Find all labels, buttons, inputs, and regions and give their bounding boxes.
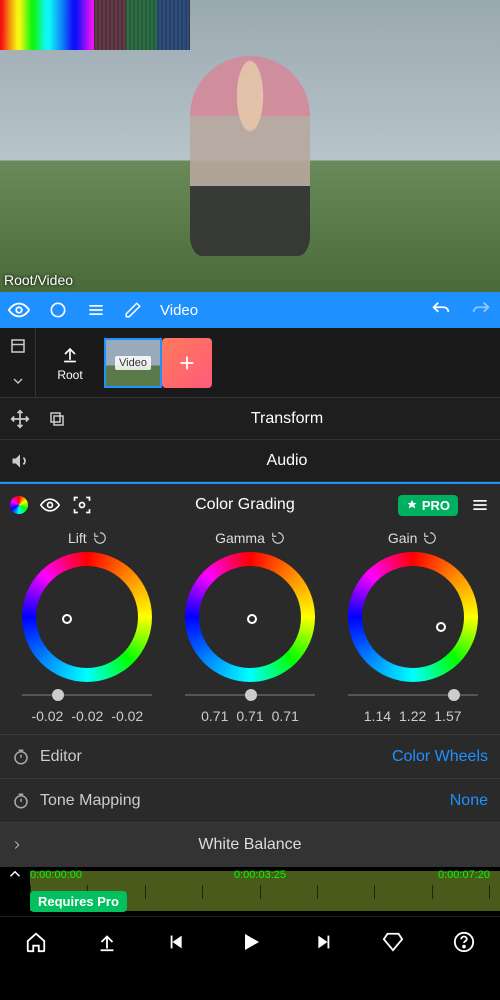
- lift-label: Lift: [68, 530, 87, 546]
- panel-title: Color Grading: [104, 496, 386, 514]
- timeline-time-1: 0:00:03:25: [234, 869, 286, 881]
- timeline-expand-icon[interactable]: [6, 865, 24, 883]
- undo-icon[interactable]: [430, 299, 452, 321]
- tone-value: None: [450, 792, 488, 810]
- lift-wheel-dot[interactable]: [62, 614, 72, 624]
- preview-path-label: Root/Video: [4, 272, 73, 288]
- timeline-time-2: 0:00:07:20: [438, 869, 490, 881]
- redo-icon[interactable]: [470, 299, 492, 321]
- frame-forward-icon[interactable]: [311, 931, 333, 953]
- chevron-right-icon: [10, 838, 38, 852]
- gamma-val-g: 0.71: [236, 708, 263, 724]
- root-clip-button[interactable]: Root: [40, 335, 100, 391]
- focus-icon[interactable]: [72, 495, 92, 515]
- chevron-down-icon[interactable]: [10, 373, 26, 389]
- stopwatch-icon: [12, 748, 40, 766]
- reset-icon[interactable]: [93, 531, 107, 545]
- speaker-icon: [10, 451, 30, 471]
- reset-icon[interactable]: [271, 531, 285, 545]
- lift-val-b: -0.02: [111, 708, 143, 724]
- gamma-val-b: 0.71: [272, 708, 299, 724]
- clip-row: Root Video: [0, 328, 500, 398]
- gain-wheel-column: Gain 1.14 1.22 1.57: [338, 530, 488, 724]
- top-toolbar: Video: [0, 292, 500, 328]
- gamma-color-wheel[interactable]: [185, 552, 315, 682]
- editor-value: Color Wheels: [392, 748, 488, 766]
- timeline[interactable]: 0:00:00:00 0:00:03:25 0:00:07:20 Require…: [0, 866, 500, 916]
- pro-badge[interactable]: PRO: [398, 495, 458, 516]
- gamma-slider[interactable]: [185, 688, 315, 702]
- playback-bar: [0, 916, 500, 966]
- visibility-icon[interactable]: [8, 299, 30, 321]
- video-preview[interactable]: Root/Video: [0, 0, 500, 292]
- play-icon[interactable]: [238, 930, 262, 954]
- lift-wheel-column: Lift -0.02 -0.02 -0.02: [12, 530, 162, 724]
- record-icon[interactable]: [48, 300, 68, 320]
- white-balance-label: White Balance: [198, 836, 301, 854]
- lift-val-r: -0.02: [31, 708, 63, 724]
- reset-icon[interactable]: [423, 531, 437, 545]
- move-icon: [10, 409, 30, 429]
- tone-key: Tone Mapping: [40, 792, 450, 810]
- editor-row[interactable]: Editor Color Wheels: [0, 734, 500, 778]
- waveform-scope[interactable]: [0, 0, 95, 50]
- copy-icon: [48, 410, 66, 428]
- visibility-icon[interactable]: [40, 495, 60, 515]
- gain-color-wheel[interactable]: [348, 552, 478, 682]
- parade-scope[interactable]: [95, 0, 190, 50]
- color-grading-panel: Color Grading PRO Lift -0.02 -0.02 -0.02: [0, 482, 500, 866]
- export-icon[interactable]: [96, 931, 118, 953]
- home-icon[interactable]: [25, 931, 47, 953]
- color-wheels-row: Lift -0.02 -0.02 -0.02 Gamma: [0, 526, 500, 734]
- gamma-val-r: 0.71: [201, 708, 228, 724]
- diamond-icon[interactable]: [382, 931, 404, 953]
- transform-label: Transform: [84, 410, 490, 428]
- gain-val-r: 1.14: [364, 708, 391, 724]
- gain-val-g: 1.22: [399, 708, 426, 724]
- timeline-time-0: 0:00:00:00: [30, 869, 82, 881]
- root-label: Root: [57, 368, 82, 382]
- thumb-label: Video: [115, 356, 151, 370]
- gain-val-b: 1.57: [434, 708, 461, 724]
- editor-key: Editor: [40, 748, 392, 766]
- frame-back-icon[interactable]: [167, 931, 189, 953]
- panel-menu-icon[interactable]: [470, 495, 490, 515]
- gamma-label: Gamma: [215, 530, 265, 546]
- video-clip-thumb[interactable]: Video: [104, 338, 162, 388]
- gamma-wheel-dot[interactable]: [247, 614, 257, 624]
- color-ring-icon[interactable]: [10, 496, 28, 514]
- lift-slider[interactable]: [22, 688, 152, 702]
- gamma-wheel-column: Gamma 0.71 0.71 0.71: [175, 530, 325, 724]
- stopwatch-icon: [12, 792, 40, 810]
- transform-section[interactable]: Transform: [0, 398, 500, 440]
- preview-content: [190, 56, 310, 256]
- tone-mapping-row[interactable]: Tone Mapping None: [0, 778, 500, 822]
- requires-pro-badge[interactable]: Requires Pro: [30, 891, 127, 912]
- add-clip-button[interactable]: [162, 338, 212, 388]
- white-balance-row[interactable]: White Balance: [0, 822, 500, 866]
- layout-icon[interactable]: [9, 337, 27, 355]
- gain-label: Gain: [388, 530, 418, 546]
- lift-color-wheel[interactable]: [22, 552, 152, 682]
- edit-icon[interactable]: [124, 301, 142, 319]
- audio-label: Audio: [84, 452, 490, 470]
- gain-wheel-dot[interactable]: [436, 622, 446, 632]
- audio-section[interactable]: Audio: [0, 440, 500, 482]
- gain-slider[interactable]: [348, 688, 478, 702]
- menu-icon[interactable]: [86, 300, 106, 320]
- pro-label: PRO: [422, 498, 450, 513]
- lift-val-g: -0.02: [71, 708, 103, 724]
- toolbar-title: Video: [160, 302, 198, 319]
- help-icon[interactable]: [453, 931, 475, 953]
